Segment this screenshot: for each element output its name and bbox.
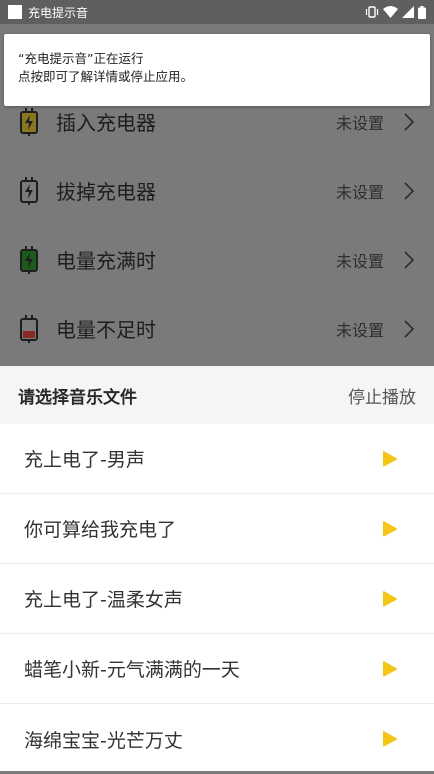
stop-playback-button[interactable]: 停止播放 bbox=[348, 383, 416, 408]
wifi-icon bbox=[383, 6, 398, 18]
play-icon[interactable] bbox=[382, 520, 398, 538]
running-notification[interactable]: “充电提示音”正在运行 点按即可了解详情或停止应用。 bbox=[4, 34, 430, 106]
play-icon[interactable] bbox=[382, 450, 398, 468]
music-item[interactable]: 你可算给我充电了 bbox=[0, 494, 434, 564]
music-picker-sheet: 请选择音乐文件 停止播放 充上电了-男声 你可算给我充电了 充上电了-温柔女声 … bbox=[0, 366, 434, 771]
music-name: 充上电了-温柔女声 bbox=[24, 589, 183, 611]
signal-icon bbox=[402, 6, 414, 18]
chevron-right-icon bbox=[404, 250, 415, 269]
music-name: 海绵宝宝-光芒万丈 bbox=[24, 729, 183, 752]
setting-label: 插入充电器 bbox=[56, 111, 156, 135]
play-icon[interactable] bbox=[382, 660, 398, 678]
music-name: 充上电了-男声 bbox=[24, 449, 145, 471]
music-item[interactable]: 蜡笔小新-元气满满的一天 bbox=[0, 634, 434, 704]
status-bar: 充电提示音 bbox=[0, 0, 434, 24]
setting-value: 未设置 bbox=[335, 251, 384, 271]
chevron-right-icon bbox=[404, 319, 415, 338]
setting-label: 电量充满时 bbox=[56, 249, 156, 273]
battery-low-icon bbox=[18, 314, 40, 344]
battery-charging-icon bbox=[18, 107, 40, 137]
setting-row-full[interactable]: 电量充满时 未设置 bbox=[0, 225, 434, 294]
chevron-right-icon bbox=[404, 181, 415, 200]
setting-label: 电量不足时 bbox=[56, 318, 156, 342]
setting-label: 拔掉充电器 bbox=[56, 180, 156, 204]
music-name: 蜡笔小新-元气满满的一天 bbox=[24, 659, 240, 681]
play-icon[interactable] bbox=[382, 730, 398, 748]
music-item[interactable]: 海绵宝宝-光芒万丈 bbox=[0, 704, 434, 774]
battery-full-icon bbox=[18, 245, 40, 275]
setting-row-unplug[interactable]: 拔掉充电器 未设置 bbox=[0, 156, 434, 225]
status-bar-title: 充电提示音 bbox=[28, 5, 89, 20]
vibrate-icon bbox=[365, 6, 379, 18]
play-icon[interactable] bbox=[382, 590, 398, 608]
setting-value: 未设置 bbox=[335, 320, 384, 340]
setting-row-low[interactable]: 电量不足时 未设置 bbox=[0, 294, 434, 363]
notification-line-1: “充电提示音”正在运行 bbox=[18, 51, 144, 66]
app-notification-icon bbox=[8, 5, 22, 19]
sheet-title: 请选择音乐文件 bbox=[18, 387, 137, 408]
status-icons bbox=[365, 5, 426, 19]
chevron-right-icon bbox=[404, 112, 415, 131]
music-item[interactable]: 充上电了-温柔女声 bbox=[0, 564, 434, 634]
music-name: 你可算给我充电了 bbox=[24, 519, 177, 541]
music-item[interactable]: 充上电了-男声 bbox=[0, 424, 434, 494]
notification-line-2: 点按即可了解详情或停止应用。 bbox=[18, 69, 194, 84]
sheet-header: 请选择音乐文件 停止播放 bbox=[0, 366, 434, 424]
setting-value: 未设置 bbox=[335, 182, 384, 202]
battery-icon bbox=[418, 5, 426, 19]
battery-unplugged-icon bbox=[18, 176, 40, 206]
setting-value: 未设置 bbox=[335, 113, 384, 133]
